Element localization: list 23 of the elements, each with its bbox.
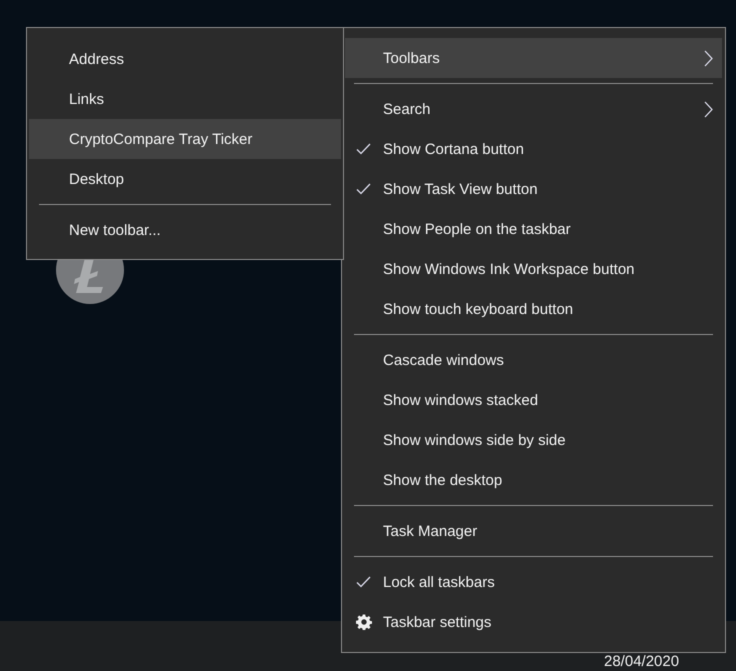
menu-item[interactable]: Cascade windows <box>345 340 722 380</box>
menu-item[interactable]: Show windows side by side <box>345 420 722 460</box>
chevron-right-icon <box>704 101 713 118</box>
menu-item[interactable]: Search <box>345 89 722 129</box>
menu-item[interactable]: Show windows stacked <box>345 380 722 420</box>
clock-date[interactable]: 28/04/2020 <box>604 654 680 670</box>
menu-item[interactable]: CryptoCompare Tray Ticker <box>29 119 341 159</box>
menu-item[interactable]: Desktop <box>29 159 341 199</box>
menu-item[interactable]: Show Task View button <box>345 169 722 209</box>
menu-item[interactable]: Show the desktop <box>345 460 722 500</box>
menu-item[interactable]: Show Windows Ink Workspace button <box>345 249 722 289</box>
menu-item[interactable]: Show touch keyboard button <box>345 289 722 329</box>
menu-item[interactable]: Toolbars <box>345 38 722 78</box>
chevron-right-icon <box>704 50 713 67</box>
settings-icon <box>356 614 372 630</box>
menu-item[interactable]: Address <box>29 39 341 79</box>
menu-item[interactable]: Show Cortana button <box>345 129 722 169</box>
menu-item[interactable]: Taskbar settings <box>345 602 722 642</box>
menu-item[interactable]: Links <box>29 79 341 119</box>
menu-item[interactable]: Task Manager <box>345 511 722 551</box>
menu-item[interactable]: Lock all taskbars <box>345 562 722 602</box>
menu-item[interactable]: New toolbar... <box>29 210 341 250</box>
menu-item[interactable]: Show People on the taskbar <box>345 209 722 249</box>
